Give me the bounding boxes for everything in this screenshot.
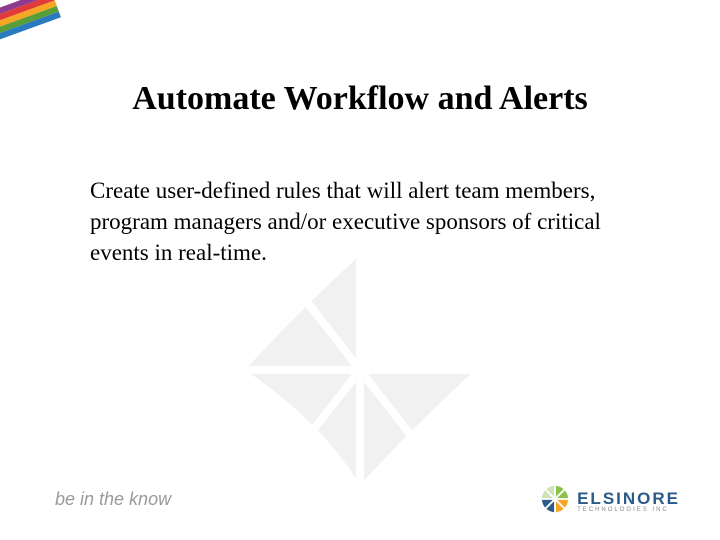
brand-subtitle: TECHNOLOGIES INC bbox=[577, 507, 680, 513]
logo-text: ELSINORE TECHNOLOGIES INC bbox=[577, 490, 680, 513]
globe-watermark-icon bbox=[240, 250, 480, 490]
footer-logo: ELSINORE TECHNOLOGIES INC bbox=[541, 485, 680, 518]
brand-name: ELSINORE bbox=[577, 490, 680, 507]
logo-mark-icon bbox=[541, 485, 569, 518]
slide-title: Automate Workflow and Alerts bbox=[0, 80, 720, 118]
corner-ribbon-icon bbox=[0, 0, 70, 50]
slide-body: Create user-defined rules that will aler… bbox=[90, 175, 640, 268]
tagline-text: be in the know bbox=[55, 489, 171, 510]
